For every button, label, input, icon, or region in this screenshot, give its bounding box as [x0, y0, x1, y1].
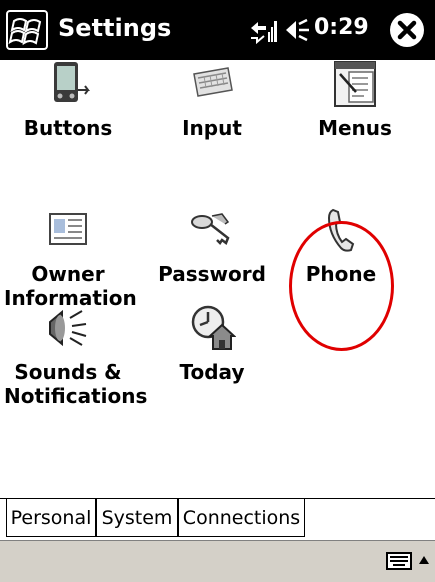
buttons-item[interactable]: Buttons — [4, 60, 132, 140]
connectivity-icon[interactable] — [248, 16, 278, 44]
owner-information-label: Owner Information — [4, 262, 137, 310]
owner-card-icon — [49, 213, 87, 245]
speaker-sound-icon — [49, 309, 87, 347]
device-buttons-icon — [54, 62, 90, 102]
sounds-notifications-item[interactable]: Sounds & Notifications — [4, 304, 148, 408]
today-item[interactable]: Today — [148, 304, 276, 384]
tab-connections[interactable]: Connections — [178, 499, 305, 537]
menus-icon — [334, 61, 376, 107]
close-icon — [397, 20, 417, 40]
highlight-circle — [289, 221, 394, 351]
close-button[interactable] — [390, 13, 424, 47]
keyboard-icon[interactable] — [386, 551, 412, 571]
clock-house-icon — [191, 305, 236, 350]
speaker-icon[interactable] — [284, 18, 310, 42]
password-label: Password — [158, 262, 266, 286]
input-item[interactable]: Input — [148, 60, 276, 140]
clock[interactable]: 0:29 — [314, 15, 369, 40]
windows-start-icon[interactable] — [6, 10, 48, 50]
password-item[interactable]: Password — [148, 206, 276, 286]
settings-icon-grid: Buttons Input Menus Owner Information Pa… — [0, 60, 435, 498]
sounds-notifications-label: Sounds & Notifications — [4, 360, 148, 408]
command-bar — [0, 540, 435, 582]
tab-bar: Personal System Connections — [0, 498, 435, 541]
keys-icon — [191, 213, 230, 245]
keyboard-icon — [193, 67, 233, 97]
app-title: Settings — [58, 14, 172, 42]
title-bar: Settings 0:29 — [0, 0, 435, 60]
tab-personal[interactable]: Personal — [6, 499, 96, 537]
today-label: Today — [179, 360, 245, 384]
buttons-label: Buttons — [23, 116, 113, 140]
menus-label: Menus — [318, 116, 392, 140]
menus-item[interactable]: Menus — [291, 60, 419, 140]
up-arrow-icon[interactable] — [418, 555, 430, 565]
owner-information-item[interactable]: Owner Information — [4, 206, 137, 310]
input-label: Input — [182, 116, 242, 140]
tab-system[interactable]: System — [96, 499, 178, 537]
